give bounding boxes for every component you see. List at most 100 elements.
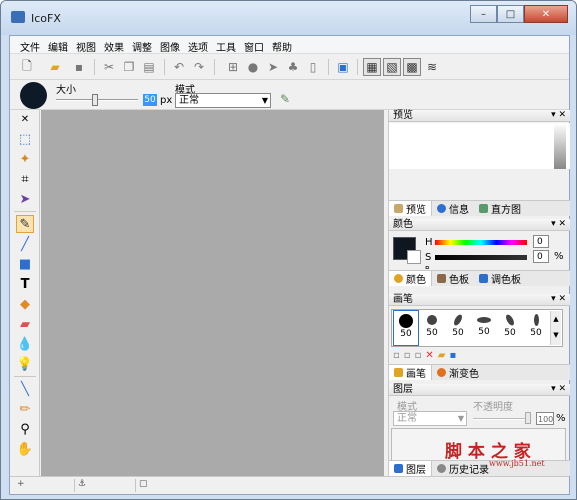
text-icon[interactable]: T (16, 275, 34, 293)
eyedropper-icon[interactable]: ╲ (16, 380, 34, 398)
saturation-bar[interactable] (435, 255, 527, 260)
apple-icon[interactable]: ● (244, 58, 262, 76)
tab-brush[interactable]: 画笔 (389, 365, 432, 380)
s-label: S (425, 252, 432, 263)
tab-history[interactable]: 历史记录 (432, 461, 494, 476)
background-swatch[interactable] (407, 250, 421, 264)
hue-bar[interactable] (435, 240, 527, 245)
grid-icon[interactable]: ▧ (383, 58, 401, 76)
h-value[interactable]: 0 (533, 235, 549, 248)
layers-icon[interactable]: ≋ (423, 58, 441, 76)
brush-size: 50 (504, 328, 516, 338)
android-icon[interactable]: ♣ (284, 58, 302, 76)
histogram-icon (479, 204, 488, 213)
tool-palette: ✕ ⬚ ✦ ⌗ ➤ ✎ ╱ ■ T ◆ ▰ 💧 💡 ╲ ✏ ⚲ ✋ (10, 110, 40, 476)
layers-icon (394, 464, 403, 473)
new-brush-icon[interactable]: ▫ (393, 350, 404, 361)
transparency-icon[interactable]: ▩ (403, 58, 421, 76)
brush-scrollbar[interactable]: ▲ ▼ (550, 311, 561, 345)
crop-icon[interactable]: ⌗ (16, 170, 34, 188)
select-rect-icon[interactable]: ⬚ (16, 130, 34, 148)
menu-adjust[interactable]: 调整 (128, 36, 156, 54)
tab-histogram[interactable]: 直方图 (474, 201, 526, 216)
canvas-area[interactable] (41, 110, 384, 476)
menu-tools[interactable]: 工具 (212, 36, 240, 54)
mode-select[interactable]: 正常 ▼ (175, 93, 271, 108)
pencil-icon[interactable]: ✏ (16, 400, 34, 418)
menu-edit[interactable]: 编辑 (44, 36, 72, 54)
antialias-icon[interactable]: ✎ (280, 92, 290, 106)
menu-image[interactable]: 图像 (156, 36, 184, 54)
new-icon[interactable]: 🗋 (18, 58, 36, 76)
save-icon[interactable]: ▪ (70, 58, 88, 76)
maximize-button[interactable]: □ (497, 5, 524, 23)
tab-layers[interactable]: 图层 (389, 461, 432, 476)
brush-item[interactable]: 50 (419, 310, 445, 346)
undo-icon[interactable]: ↶ (170, 58, 188, 76)
drop-icon[interactable]: 💧 (16, 335, 34, 353)
redo-icon[interactable]: ↷ (190, 58, 208, 76)
panel-controls-icon[interactable]: ▾ ✕ (551, 110, 566, 121)
panel-controls-icon[interactable]: ▾ ✕ (551, 219, 566, 230)
copy-icon[interactable]: ❐ (120, 58, 138, 76)
open-icon[interactable]: ▰ (46, 58, 64, 76)
zoom-icon[interactable]: ⚲ (16, 420, 34, 438)
phone-icon[interactable]: ▯ (304, 58, 322, 76)
cursor-icon[interactable]: ➤ (264, 58, 282, 76)
eye-icon (394, 204, 403, 213)
cut-icon[interactable]: ✂ (100, 58, 118, 76)
tab-color[interactable]: 颜色 (389, 271, 432, 286)
image-icon[interactable]: ▣ (334, 58, 352, 76)
edit-brush-icon[interactable]: ▫ (415, 350, 426, 361)
windows-icon[interactable]: ⊞ (224, 58, 242, 76)
panel-controls-icon[interactable]: ▾ ✕ (551, 384, 566, 395)
duplicate-brush-icon[interactable]: ▫ (404, 350, 415, 361)
brush-item[interactable]: 50 (471, 310, 497, 346)
tab-info[interactable]: 信息 (432, 201, 474, 216)
bulb-icon[interactable]: 💡 (16, 355, 34, 373)
tab-preview[interactable]: 预览 (389, 201, 432, 216)
minimize-button[interactable]: – (470, 5, 497, 23)
options-bar: 大小 50 px 模式 正常 ▼ ✎ (10, 80, 569, 110)
panel-controls-icon[interactable]: ▾ ✕ (551, 294, 566, 305)
brush-icon[interactable]: ✎ (16, 215, 34, 233)
layer-opacity-track[interactable] (473, 418, 529, 420)
menu-file[interactable]: 文件 (16, 36, 44, 54)
size-value[interactable]: 50 (143, 94, 157, 106)
eraser-icon[interactable]: ▰ (16, 315, 34, 333)
size-slider-thumb[interactable] (92, 94, 98, 106)
line-icon[interactable]: ╱ (16, 235, 34, 253)
delete-brush-icon[interactable]: ✕ (425, 350, 437, 361)
close-icon[interactable]: ✕ (16, 110, 34, 128)
menu-help[interactable]: 帮助 (268, 36, 296, 54)
move-icon[interactable]: ➤ (16, 190, 34, 208)
checker-icon[interactable]: ▦ (363, 58, 381, 76)
menu-view[interactable]: 视图 (72, 36, 100, 54)
close-button[interactable]: ✕ (524, 5, 568, 23)
menu-options[interactable]: 选项 (184, 36, 212, 54)
paste-icon[interactable]: ▤ (140, 58, 158, 76)
magic-wand-icon[interactable]: ✦ (16, 150, 34, 168)
brush-item[interactable]: 50 (523, 310, 549, 346)
tab-gradient[interactable]: 渐变色 (432, 365, 484, 380)
save-brush-icon[interactable]: ▪ (449, 350, 460, 361)
window-title: IcoFX (31, 12, 61, 25)
brush-item[interactable]: 50 (445, 310, 471, 346)
s-value[interactable]: 0 (533, 250, 549, 263)
menu-window[interactable]: 窗口 (240, 36, 268, 54)
fill-icon[interactable]: ◆ (16, 295, 34, 313)
tab-palettes[interactable]: 调色板 (474, 271, 526, 286)
layer-opacity-thumb[interactable] (525, 412, 531, 424)
brush-preview (20, 82, 47, 109)
menu-effects[interactable]: 效果 (100, 36, 128, 54)
layer-opacity-value[interactable]: 100 (536, 412, 554, 425)
brush-item[interactable]: 50 (393, 310, 419, 346)
tab-swatches[interactable]: 色板 (432, 271, 474, 286)
hand-icon[interactable]: ✋ (16, 440, 34, 458)
brush-shape-icon (452, 313, 464, 327)
layer-mode-select[interactable]: 正常 ▼ (393, 411, 467, 426)
menu-bar: 文件 编辑 视图 效果 调整 图像 选项 工具 窗口 帮助 (10, 36, 569, 54)
rect-icon[interactable]: ■ (16, 255, 34, 273)
open-brush-icon[interactable]: ▰ (438, 350, 450, 361)
brush-item[interactable]: 50 (497, 310, 523, 346)
